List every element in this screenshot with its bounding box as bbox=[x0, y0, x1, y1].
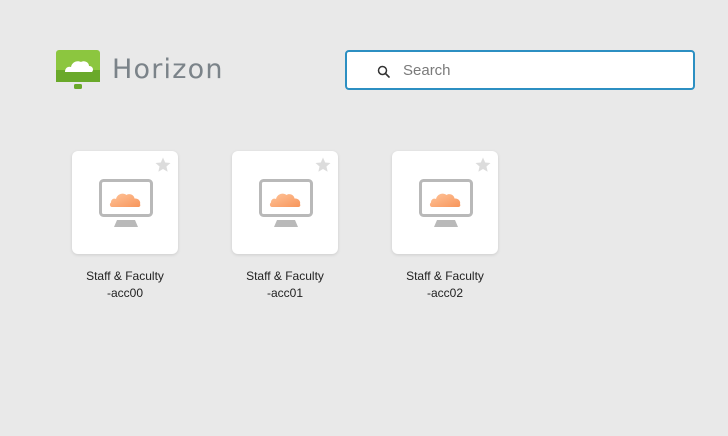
favorite-star-icon[interactable] bbox=[154, 156, 172, 174]
desktop-label[interactable]: Staff & Faculty -acc02 bbox=[380, 268, 510, 302]
desktop-suffix: -acc01 bbox=[266, 286, 304, 300]
brand-logo: Horizon bbox=[56, 50, 224, 90]
search-input[interactable] bbox=[403, 52, 683, 88]
desktop-suffix: -acc02 bbox=[426, 286, 464, 300]
horizon-cloud-monitor-icon bbox=[56, 50, 100, 89]
favorite-star-icon[interactable] bbox=[314, 156, 332, 174]
search-icon bbox=[377, 65, 390, 78]
desktop-list: Staff & Faculty -acc00 Staff & Faculty -… bbox=[72, 151, 552, 302]
desktop-tile[interactable] bbox=[72, 151, 178, 254]
desktop-tile[interactable] bbox=[232, 151, 338, 254]
desktop-tile[interactable] bbox=[392, 151, 498, 254]
desktop-name: Staff & Faculty bbox=[86, 269, 164, 283]
desktop-monitor-icon bbox=[259, 179, 313, 227]
brand-name: Horizon bbox=[112, 54, 224, 85]
desktop-item: Staff & Faculty -acc02 bbox=[392, 151, 498, 302]
desktop-name: Staff & Faculty bbox=[246, 269, 324, 283]
desktop-monitor-icon bbox=[99, 179, 153, 227]
desktop-label[interactable]: Staff & Faculty -acc01 bbox=[220, 268, 350, 302]
search-box[interactable] bbox=[345, 50, 695, 90]
desktop-item: Staff & Faculty -acc01 bbox=[232, 151, 338, 302]
favorite-star-icon[interactable] bbox=[474, 156, 492, 174]
desktop-monitor-icon bbox=[419, 179, 473, 227]
desktop-label[interactable]: Staff & Faculty -acc00 bbox=[60, 268, 190, 302]
desktop-item: Staff & Faculty -acc00 bbox=[72, 151, 178, 302]
desktop-name: Staff & Faculty bbox=[406, 269, 484, 283]
desktop-suffix: -acc00 bbox=[106, 286, 144, 300]
